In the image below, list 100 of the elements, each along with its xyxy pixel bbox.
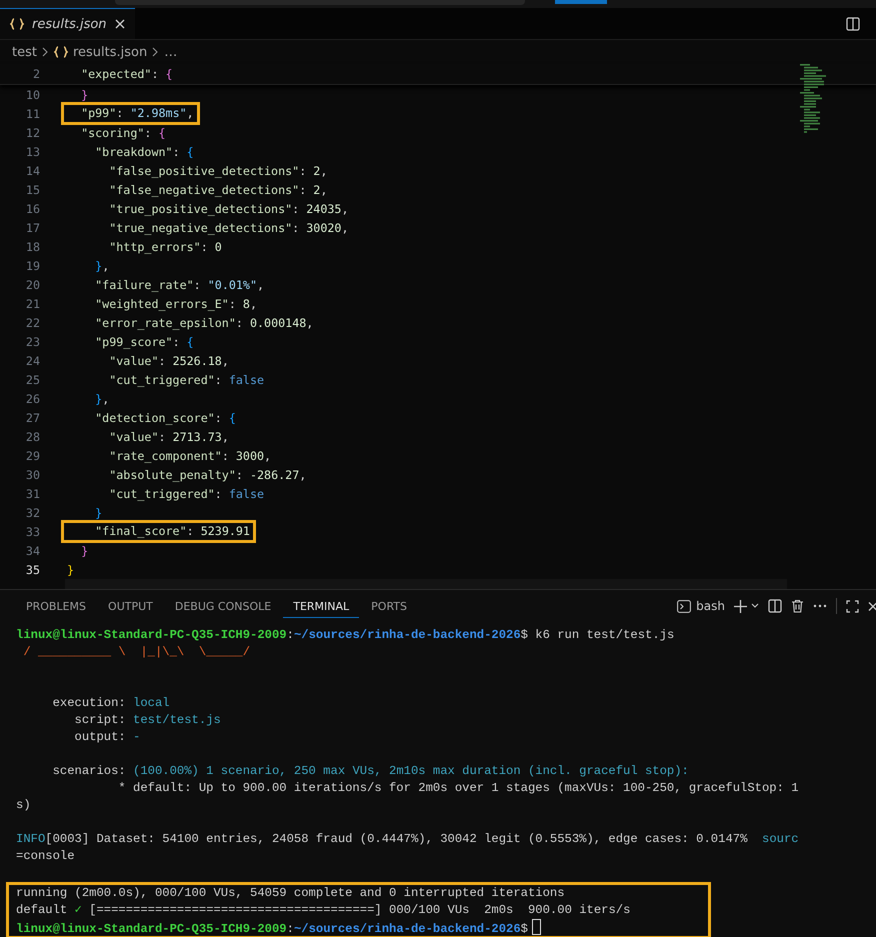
line-number: 2 <box>32 67 40 81</box>
line-number: 31 <box>24 486 40 500</box>
terminal-text: running (2m00.0s), 000/100 VUs, 54059 complete and 0 interrupted iterations <box>16 886 565 900</box>
line-number: 14 <box>24 164 40 178</box>
terminal-text: output: <box>74 730 127 744</box>
json-punctuation: : <box>299 182 308 196</box>
json-punctuation: , <box>264 448 272 462</box>
terminal-selector[interactable]: bash <box>677 599 725 613</box>
json-punctuation: : <box>172 334 181 348</box>
terminal-text: : <box>286 922 294 936</box>
json-key: "value" <box>67 354 158 368</box>
panel-tab[interactable]: DEBUG CONSOLE <box>164 594 282 618</box>
terminal-text: $ k6 run test/test.js <box>520 628 674 642</box>
panel-tab[interactable]: TERMINAL <box>283 594 360 618</box>
panel-tab[interactable]: PROBLEMS <box>16 594 96 618</box>
prompt-user: linux@linux-Standard-PC-Q35-ICH9-2009 <box>16 628 287 642</box>
json-brace: { <box>228 410 236 424</box>
json-number: 2526.18 <box>172 354 222 368</box>
maximize-icon[interactable] <box>846 600 859 612</box>
terminal-text: execution: <box>52 696 127 710</box>
json-punctuation: , <box>222 354 229 368</box>
terminal-text: default <box>16 903 68 917</box>
json-number: 3000 <box>236 448 264 462</box>
editor-tab[interactable]: results.json <box>0 8 135 39</box>
json-key: "false_negative_detections" <box>67 182 300 196</box>
terminal-value: local <box>133 696 170 710</box>
json-key: "value" <box>67 430 158 444</box>
json-file-icon <box>54 46 68 58</box>
json-punctuation: : <box>200 240 209 254</box>
terminal-value: INFO <box>16 832 46 846</box>
line-number: 15 <box>24 182 40 196</box>
chevron-right-icon <box>42 47 49 57</box>
line-number: 28 <box>24 430 40 444</box>
terminal-text: script: <box>74 713 127 727</box>
prompt-user: linux@linux-Standard-PC-Q35-ICH9-2009 <box>16 922 287 936</box>
json-punctuation: : <box>172 144 181 158</box>
json-key: "breakdown" <box>67 144 173 158</box>
plus-icon[interactable] <box>734 600 747 612</box>
json-number: 8 <box>242 296 250 310</box>
json-punctuation: , <box>257 278 264 292</box>
line-number: 33 <box>24 524 40 538</box>
chevron-down-icon[interactable] <box>751 603 759 609</box>
json-punctuation: , <box>341 202 348 216</box>
breadcrumb-item[interactable]: … <box>164 44 178 60</box>
json-punctuation: : <box>236 468 244 482</box>
json-punctuation: : <box>236 316 244 330</box>
horizontal-scrollbar[interactable] <box>65 579 787 589</box>
more-icon[interactable] <box>813 604 827 608</box>
json-punctuation: : <box>158 430 167 444</box>
close-icon[interactable] <box>114 19 125 29</box>
json-punctuation: , <box>320 182 328 196</box>
json-punctuation: : <box>299 164 308 178</box>
json-key: "detection_score" <box>67 410 215 424</box>
json-punctuation: : <box>214 372 223 386</box>
json-key: "expected" <box>67 67 152 81</box>
line-number: 17 <box>24 220 40 234</box>
split-editor-icon[interactable] <box>846 16 860 30</box>
json-key: "p99_score" <box>67 334 173 348</box>
terminal-text: s) <box>16 798 31 812</box>
line-number: 32 <box>24 506 40 520</box>
terminal-text: [======================================] 000/100 VUs 2m0s 900.00 iters/s <box>88 903 630 917</box>
line-number: 21 <box>24 296 40 310</box>
json-key: "failure_rate" <box>67 278 194 292</box>
json-brace: { <box>186 334 194 348</box>
terminal-value: - <box>133 730 140 744</box>
panel-tab[interactable]: OUTPUT <box>98 594 163 618</box>
line-number: 34 <box>24 544 40 558</box>
json-number: 0 <box>214 240 222 254</box>
json-number: 2713.73 <box>172 430 222 444</box>
terminal-text: : <box>286 628 294 642</box>
json-brace: } <box>80 544 88 558</box>
json-punctuation: : <box>214 486 223 500</box>
panel-tab[interactable]: PORTS <box>361 594 417 618</box>
json-boolean: false <box>228 372 264 386</box>
json-string: "2.98ms" <box>130 106 187 120</box>
breadcrumb-item[interactable]: test <box>12 44 37 60</box>
trash-icon[interactable] <box>791 599 804 613</box>
tab-label: results.json <box>32 16 107 32</box>
json-punctuation: , <box>299 468 306 482</box>
json-brace: { <box>166 67 173 81</box>
close-icon[interactable] <box>868 600 876 612</box>
ascii-art: / __________ \ |_|\_\ \_____/ <box>22 645 250 659</box>
line-number: 19 <box>24 258 40 272</box>
line-number: 23 <box>24 334 40 348</box>
line-number: 12 <box>24 126 40 140</box>
json-punctuation: , <box>102 392 110 406</box>
terminal-text: scenarios: <box>52 764 127 778</box>
line-number: 30 <box>24 468 40 482</box>
json-punctuation: : <box>116 106 124 120</box>
json-number: -286.27 <box>250 468 300 482</box>
terminal-icon <box>677 600 692 612</box>
json-punctuation: : <box>194 278 202 292</box>
breadcrumb-item[interactable]: results.json <box>72 44 148 60</box>
json-punctuation: : <box>144 126 152 140</box>
json-brace: } <box>67 562 74 576</box>
json-punctuation: , <box>222 430 229 444</box>
line-number: 20 <box>24 278 40 292</box>
json-punctuation: , <box>306 316 314 330</box>
split-icon[interactable] <box>768 599 782 613</box>
json-boolean: false <box>228 486 264 500</box>
